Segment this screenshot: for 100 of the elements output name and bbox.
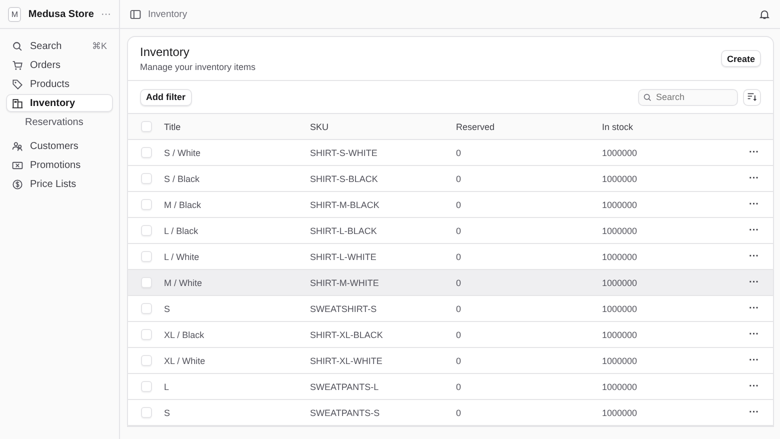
store-name[interactable]: Medusa Store	[28, 8, 94, 20]
sidebar-item[interactable]: Inventory	[6, 94, 113, 112]
page-subtitle: Manage your inventory items	[140, 62, 256, 72]
sort-button[interactable]	[743, 88, 761, 106]
row-menu-button[interactable]: ···	[749, 277, 759, 288]
row-checkbox[interactable]	[140, 303, 152, 314]
row-checkbox[interactable]	[140, 407, 152, 418]
table-row[interactable]: S / White SHIRT-S-WHITE 0 1000000 ···	[128, 140, 773, 166]
table-cell-text: 1000000	[602, 304, 638, 314]
row-checkbox[interactable]	[140, 381, 152, 392]
row-menu-button[interactable]: ···	[749, 225, 759, 236]
row-menu-button[interactable]: ···	[749, 251, 759, 262]
column-header: In stock	[602, 122, 634, 132]
row-menu-button[interactable]: ···	[749, 407, 759, 418]
table-cell-text: S	[164, 304, 172, 314]
sidebar-item[interactable]: Customers	[6, 137, 113, 155]
table-row[interactable]: S / Black SHIRT-S-BLACK 0 1000000 ···	[128, 166, 773, 192]
table-cell-text: XL / Black	[164, 330, 206, 340]
row-checkbox[interactable]	[140, 277, 152, 288]
table-cell-text: SHIRT-L-BLACK	[310, 226, 378, 236]
table-row[interactable]: S SWEATPANTS-S 0 1000000 ···	[128, 400, 773, 426]
table-cell-text: M / Black	[164, 200, 202, 210]
row-menu-button[interactable]: ···	[749, 147, 759, 158]
table-row[interactable]: M / White SHIRT-M-WHITE 0 1000000 ···	[128, 270, 773, 296]
table-cell-text: S / White	[164, 148, 202, 158]
table-cell-text: 0	[456, 408, 462, 418]
table-cell-text: M / White	[164, 278, 204, 288]
row-checkbox[interactable]	[140, 329, 152, 340]
table-cell-text: 1000000	[602, 408, 638, 418]
row-checkbox[interactable]	[140, 173, 152, 184]
sidebar-item[interactable]: Reservations	[6, 113, 113, 131]
search-icon	[12, 40, 23, 52]
sidebar-item[interactable]: Promotions	[6, 156, 113, 174]
table-row[interactable]: XL / Black SHIRT-XL-BLACK 0 1000000 ···	[128, 322, 773, 348]
row-menu-button[interactable]: ···	[749, 199, 759, 210]
row-checkbox[interactable]	[140, 199, 152, 210]
search-icon	[643, 92, 652, 102]
store-menu-button[interactable]: ···	[101, 8, 111, 20]
table-cell-text: 1000000	[602, 330, 638, 340]
cart-icon	[12, 60, 23, 70]
dollar-icon	[12, 178, 23, 190]
sidebar-item[interactable]: Orders	[6, 56, 113, 74]
table-cell-text: 0	[456, 278, 462, 288]
column-header: SKU	[310, 122, 330, 132]
table-cell-text: 1000000	[602, 226, 638, 236]
table-cell-text: SHIRT-XL-WHITE	[310, 356, 384, 366]
row-menu-button[interactable]: ···	[749, 173, 759, 184]
table-cell-text: 1000000	[602, 200, 638, 210]
table-row[interactable]: L / Black SHIRT-L-BLACK 0 1000000 ···	[128, 218, 773, 244]
table-cell-text: 0	[456, 252, 462, 262]
sidebar-toggle-icon[interactable]	[130, 8, 141, 20]
row-checkbox[interactable]	[140, 251, 152, 262]
table-cell-text: 0	[456, 304, 462, 314]
tag-icon	[12, 78, 23, 90]
row-menu-button[interactable]: ···	[749, 303, 759, 314]
table-row[interactable]: M / Black SHIRT-M-BLACK 0 1000000 ···	[128, 192, 773, 218]
column-header: Title	[164, 122, 182, 132]
table-cell-text: 0	[456, 356, 462, 366]
store-avatar: M	[8, 6, 22, 22]
row-checkbox[interactable]	[140, 147, 152, 158]
row-menu-button[interactable]: ···	[749, 329, 759, 340]
breadcrumb[interactable]: Inventory	[148, 8, 752, 20]
table-cell-text: XL / White	[164, 356, 206, 366]
table-cell-text: 1000000	[602, 356, 638, 366]
table-cell-text: L / White	[164, 252, 200, 262]
page-title: Inventory	[140, 45, 190, 59]
table-cell-text: SHIRT-XL-BLACK	[310, 330, 384, 340]
table-cell-text: S / Black	[164, 174, 201, 184]
table-cell-text: SHIRT-S-BLACK	[310, 174, 379, 184]
table-cell-text: 0	[456, 226, 462, 236]
sidebar-item[interactable]: Price Lists	[6, 175, 113, 193]
table-cell-text: SHIRT-L-WHITE	[310, 252, 378, 262]
table-cell-text: SWEATPANTS-L	[310, 382, 380, 392]
create-button[interactable]: Create	[720, 50, 761, 67]
row-menu-button[interactable]: ···	[749, 381, 759, 392]
table-cell-text: 0	[456, 330, 462, 340]
row-checkbox[interactable]	[140, 225, 152, 236]
table-cell-text: 1000000	[602, 278, 638, 288]
table-cell-text: S	[164, 408, 172, 418]
receipt-icon	[12, 160, 23, 170]
row-menu-button[interactable]: ···	[749, 355, 759, 366]
building-icon	[12, 98, 23, 108]
search-field[interactable]: Search	[638, 88, 738, 106]
select-all-checkbox[interactable]	[140, 121, 152, 132]
add-filter-button[interactable]: Add filter	[140, 88, 192, 106]
table-cell-text: L	[164, 382, 170, 392]
users-icon	[12, 140, 23, 152]
row-checkbox[interactable]	[140, 355, 152, 366]
table-cell-text: L / Black	[164, 226, 200, 236]
sidebar-item[interactable]: Search ⌘K	[6, 37, 113, 55]
table-cell-text: SHIRT-M-BLACK	[310, 200, 380, 210]
sidebar-item[interactable]: Products	[6, 75, 113, 93]
table-row[interactable]: XL / White SHIRT-XL-WHITE 0 1000000 ···	[128, 348, 773, 374]
table-row[interactable]: S SWEATSHIRT-S 0 1000000 ···	[128, 296, 773, 322]
bell-icon[interactable]	[759, 8, 770, 20]
table-cell-text: SHIRT-M-WHITE	[310, 278, 380, 288]
table-cell-text: 1000000	[602, 382, 638, 392]
table-row[interactable]: L SWEATPANTS-L 0 1000000 ···	[128, 374, 773, 400]
table-cell-text: 0	[456, 174, 462, 184]
table-cell-text: SHIRT-S-WHITE	[310, 148, 378, 158]
